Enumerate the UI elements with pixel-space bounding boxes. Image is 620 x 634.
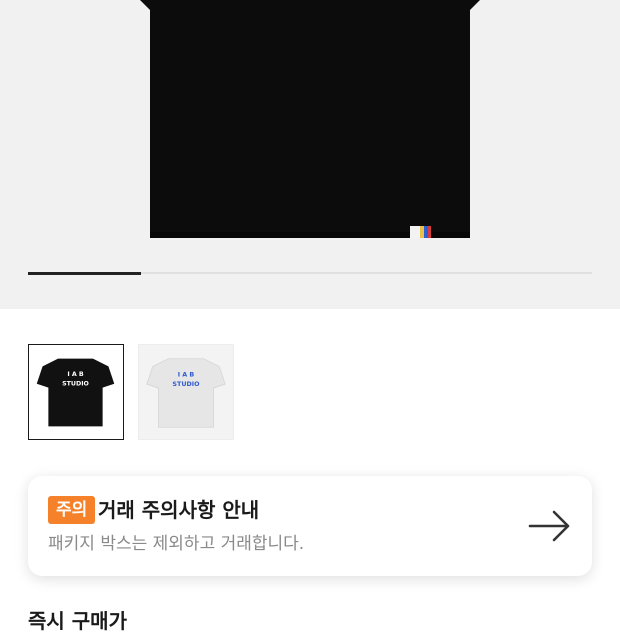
image-progress-fill [28,271,141,275]
product-main-image [140,0,480,238]
arrow-right-icon[interactable] [528,508,572,544]
notice-subtitle: 패키지 박스는 제외하고 거래합니다. [48,534,305,554]
product-image-viewer[interactable] [0,0,620,309]
thumbnail-print-line1: I A B [67,371,84,378]
thumbnail-print-line2: STUDIO [172,381,200,388]
thumbnail-print-line1: I A B [178,371,195,378]
caution-badge: 주의 [48,496,96,524]
trade-notice-card[interactable]: 주의 거래 주의사항 안내 패키지 박스는 제외하고 거래합니다. [28,476,592,576]
black-tshirt-thumbnail-image: I A B STUDIO [36,358,115,427]
thumbnail-black[interactable]: I A B STUDIO [28,344,124,440]
thumbnail-print-line2: STUDIO [62,381,89,388]
notice-title: 거래 주의사항 안내 [98,498,260,522]
instant-buy-price-heading: 즉시 구매가 [28,609,127,633]
grey-tshirt-thumbnail-image: I A B STUDIO [146,358,226,428]
shirt-tag-icon [410,226,431,238]
image-progress-bar [28,271,592,275]
thumbnail-grey[interactable]: I A B STUDIO [138,344,234,440]
